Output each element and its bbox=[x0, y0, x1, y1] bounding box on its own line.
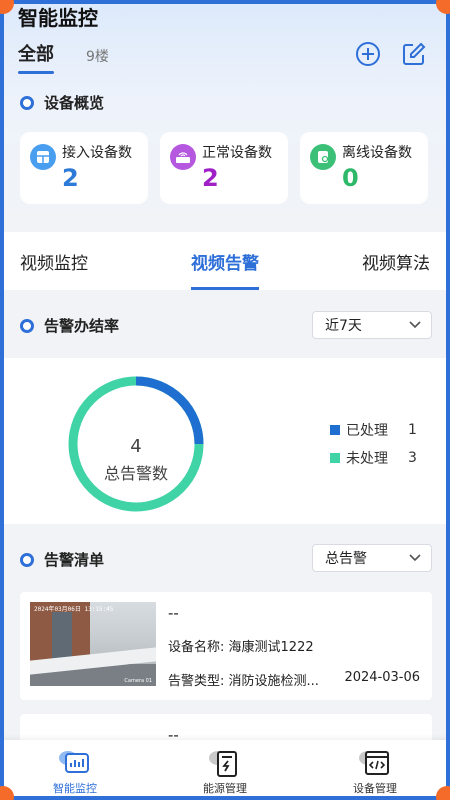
alarm-snapshot-image[interactable]: 2024年03月06日 13:15:45 Camera 01 bbox=[30, 602, 156, 686]
plus-circle-icon[interactable] bbox=[354, 40, 382, 68]
legend-item-unprocessed: 未处理 3 bbox=[330, 444, 417, 472]
tab-video-monitor[interactable]: 视频监控 bbox=[20, 232, 88, 290]
alarm-type-label: 告警类型: bbox=[168, 674, 225, 689]
scope-tab-all[interactable]: 全部 bbox=[18, 40, 54, 74]
nav-item-device[interactable]: 设备管理 bbox=[315, 748, 435, 796]
total-alarm-label: 总告警数 bbox=[103, 464, 168, 483]
snapshot-timestamp: 2024年03月06日 13:15:45 bbox=[34, 606, 114, 613]
nav-label: 智能监控 bbox=[53, 782, 97, 795]
tab-video-algorithm[interactable]: 视频算法 bbox=[362, 232, 430, 290]
period-select-value: 近7天 bbox=[325, 318, 362, 334]
stat-cards: 接入设备数 2 正常设备数 2 离线设备数 0 bbox=[20, 132, 428, 204]
device-name-value: 海康测试1222 bbox=[228, 640, 314, 655]
scope-tab-9f[interactable]: 9楼 bbox=[86, 46, 109, 74]
overview-title: 设备概览 bbox=[44, 94, 105, 112]
chevron-down-icon bbox=[409, 321, 421, 329]
nav-label: 能源管理 bbox=[203, 782, 247, 795]
stat-label: 接入设备数 bbox=[62, 145, 132, 161]
stat-label: 离线设备数 bbox=[342, 145, 412, 161]
section-dot-icon bbox=[20, 552, 34, 567]
alarm-type-value: 消防设施检测... bbox=[228, 674, 319, 689]
stat-card-normal[interactable]: 正常设备数 2 bbox=[160, 132, 288, 204]
section-dot-icon bbox=[20, 95, 34, 110]
section-dot-icon bbox=[20, 318, 34, 333]
alarm-list-title: 告警清单 bbox=[44, 551, 105, 569]
nav-item-energy[interactable]: 能源管理 bbox=[165, 748, 285, 796]
rate-section-title: 告警办结率 bbox=[20, 315, 119, 336]
legend-label: 已处理 bbox=[346, 423, 388, 439]
router-icon bbox=[170, 144, 196, 170]
device-code-icon bbox=[358, 748, 392, 778]
legend-count: 3 bbox=[408, 450, 417, 466]
stat-card-offline[interactable]: 离线设备数 0 bbox=[300, 132, 428, 204]
stat-label: 正常设备数 bbox=[202, 145, 272, 161]
alarm-list-section-title: 告警清单 bbox=[20, 549, 104, 570]
chevron-down-icon bbox=[409, 554, 421, 562]
snapshot-camera-label: Camera 01 bbox=[124, 678, 152, 684]
alarm-list-item[interactable]: 2024年03月06日 13:15:45 Camera 01 -- 设备名称: … bbox=[20, 592, 432, 700]
donut-legend: 已处理 1 未处理 3 bbox=[330, 416, 417, 472]
device-offline-icon bbox=[310, 144, 336, 170]
stat-value: 2 bbox=[62, 164, 79, 192]
donut-chart: 4 总告警数 bbox=[66, 374, 206, 514]
overview-section-title: 设备概览 bbox=[20, 92, 104, 113]
monitor-chart-icon bbox=[58, 748, 92, 778]
top-actions bbox=[354, 40, 428, 68]
video-tabs: 视频监控 视频告警 视频算法 bbox=[0, 232, 450, 290]
bottom-nav: 智能监控 能源管理 设备管理 bbox=[0, 740, 450, 800]
alarm-type-line: 告警类型: 消防设施检测... bbox=[168, 670, 319, 689]
alarm-filter-value: 总告警 bbox=[325, 551, 367, 567]
period-select[interactable]: 近7天 bbox=[312, 311, 432, 339]
nav-item-smart-monitor[interactable]: 智能监控 bbox=[15, 748, 135, 796]
device-grid-icon bbox=[30, 144, 56, 170]
total-alarm-count: 4 bbox=[130, 436, 142, 457]
rate-panel: 4 总告警数 已处理 1 未处理 3 bbox=[0, 358, 450, 524]
legend-swatch bbox=[330, 425, 340, 435]
alarm-device-line: 设备名称: 海康测试1222 bbox=[168, 636, 314, 655]
nav-label: 设备管理 bbox=[353, 782, 397, 795]
alarm-item-title: -- bbox=[168, 604, 179, 622]
scope-tabs: 全部 9楼 bbox=[18, 40, 109, 74]
legend-swatch bbox=[330, 453, 340, 463]
device-name-label: 设备名称: bbox=[168, 640, 225, 655]
edit-square-icon[interactable] bbox=[400, 40, 428, 68]
tab-video-alarm[interactable]: 视频告警 bbox=[191, 232, 259, 290]
energy-meter-icon bbox=[208, 748, 242, 778]
stat-card-connected[interactable]: 接入设备数 2 bbox=[20, 132, 148, 204]
legend-item-processed: 已处理 1 bbox=[330, 416, 417, 444]
app-title: 智能监控 bbox=[18, 6, 98, 30]
legend-count: 1 bbox=[408, 422, 417, 438]
stat-value: 0 bbox=[342, 164, 359, 192]
legend-label: 未处理 bbox=[346, 451, 388, 467]
stat-value: 2 bbox=[202, 164, 219, 192]
alarm-filter-select[interactable]: 总告警 bbox=[312, 544, 432, 572]
rate-title: 告警办结率 bbox=[44, 317, 120, 335]
alarm-date: 2024-03-06 bbox=[344, 670, 420, 685]
